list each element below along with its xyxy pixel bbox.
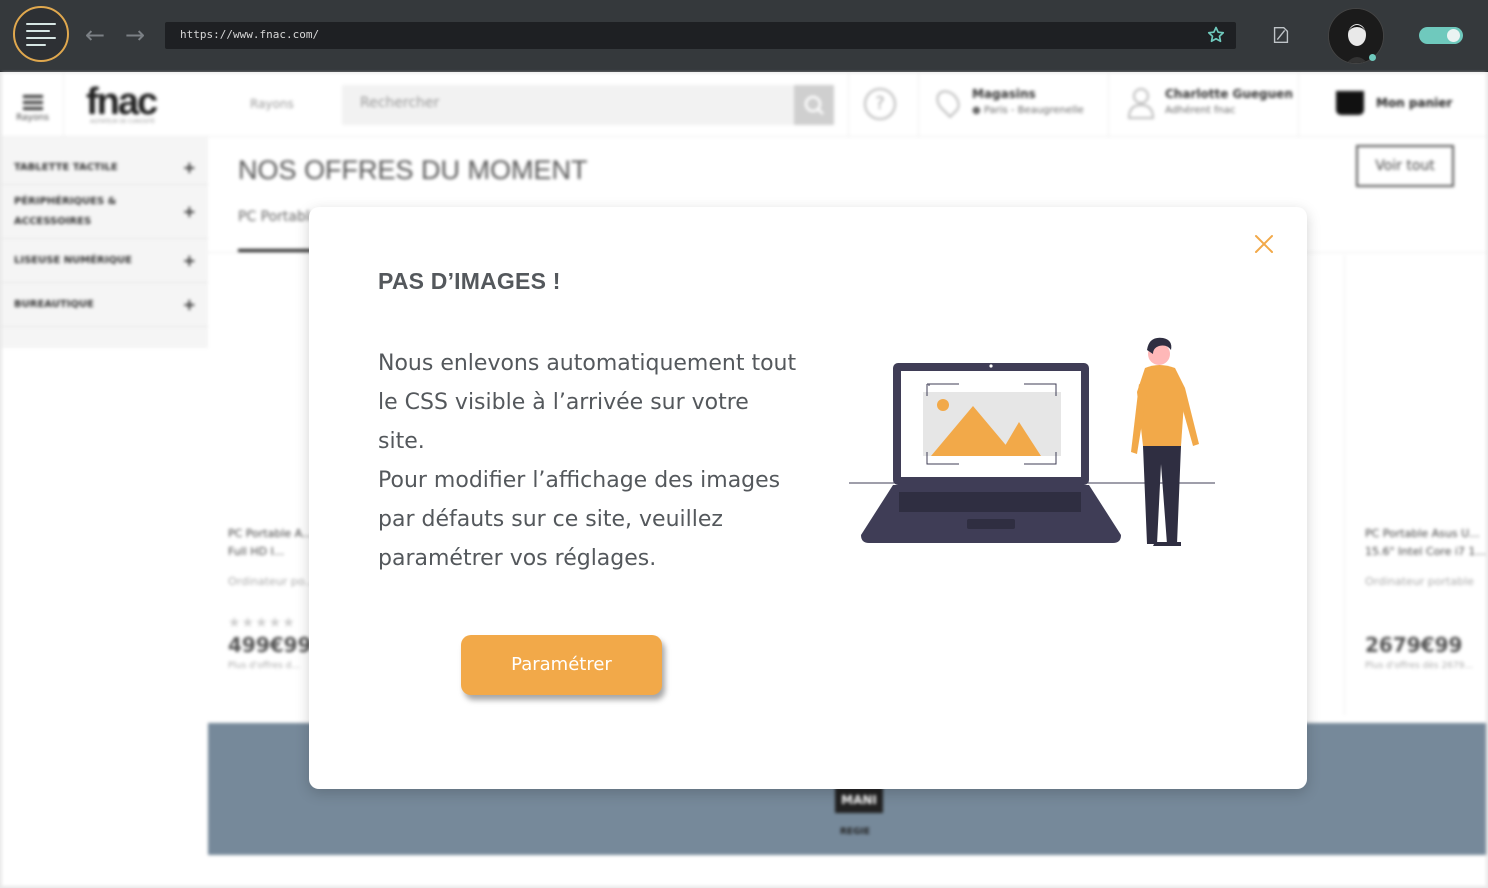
menu-button[interactable] <box>13 6 69 62</box>
modal-paragraph: Pour modifier l’affichage des images par… <box>378 468 781 571</box>
divider <box>1298 73 1299 137</box>
modal-paragraph: Nous enlevons automatiquement tout le CS… <box>378 351 797 454</box>
banner-logo: MANI <box>835 787 883 813</box>
address-bar[interactable]: https://www.fnac.com/ <box>165 22 1236 49</box>
search-button[interactable] <box>794 85 834 125</box>
sidebar-item-bureautique[interactable]: BUREAUTIQUE + <box>2 283 208 327</box>
banner-caption: REGIE <box>840 827 870 837</box>
stores-title: Magasins <box>972 87 1036 101</box>
help-icon[interactable]: ? <box>864 88 896 120</box>
sidebar-item-peripheriques[interactable]: PÉRIPHÉRIQUES & ACCESSOIRES + <box>2 185 208 239</box>
divider <box>848 73 849 137</box>
plus-icon: + <box>182 201 196 221</box>
sidebar-item-label: PÉRIPHÉRIQUES & ACCESSOIRES <box>14 195 117 227</box>
user-name: Charlotte Gueguen <box>1165 87 1293 101</box>
search-input[interactable]: Rechercher <box>342 85 794 125</box>
stores-subtitle: ● Paris - Beaugrenelle <box>972 105 1084 116</box>
product-description: Ordinateur po... <box>228 575 315 588</box>
product-card[interactable]: PC Portable Asus U... 15.6" Intel Core i… <box>1344 255 1486 715</box>
user-membership: Adhérent fnac <box>1165 105 1236 116</box>
modal-body: Nous enlevons automatiquement tout le CS… <box>378 344 798 578</box>
hamburger-icon <box>26 18 56 51</box>
category-select[interactable]: Rayons <box>208 85 342 125</box>
extension-icon[interactable] <box>1270 24 1292 46</box>
site-header: Rayons fnac AGITATEUR DE CURIOSITÉ Rayon… <box>2 73 1486 137</box>
rating-stars: ★★★★★ <box>228 615 296 631</box>
sidebar-item-label: TABLETTE TACTILE <box>14 161 118 173</box>
forward-arrow-icon[interactable]: → <box>120 20 150 50</box>
section-title: NOS OFFRES DU MOMENT <box>238 155 588 185</box>
category-sidebar: TABLETTE TACTILE + PÉRIPHÉRIQUES & ACCESS… <box>2 137 208 348</box>
tab-pc-portable[interactable]: PC Portable <box>238 209 318 225</box>
product-description: Ordinateur portable <box>1365 575 1474 588</box>
divider <box>918 73 919 137</box>
laptop-person-illustration <box>849 337 1215 546</box>
plus-icon: + <box>182 250 196 270</box>
logo-tagline: AGITATEUR DE CURIOSITÉ <box>90 119 155 125</box>
sidebar-item-liseuse[interactable]: LISEUSE NUMÉRIQUE + <box>2 239 208 283</box>
shopping-bag-icon <box>1336 91 1364 115</box>
url-text: https://www.fnac.com/ <box>180 28 320 41</box>
back-arrow-icon[interactable]: ← <box>80 20 110 50</box>
divider <box>1108 73 1109 137</box>
modal-title: PAS D’IMAGES ! <box>378 268 561 294</box>
close-icon[interactable] <box>1252 232 1276 256</box>
product-price: 2679€99 <box>1365 633 1463 657</box>
see-all-button[interactable]: Voir tout <box>1356 145 1454 187</box>
rayons-label: Rayons <box>16 113 49 123</box>
plus-icon: + <box>182 157 196 177</box>
fnac-logo[interactable]: fnac <box>86 81 158 124</box>
search-icon <box>804 95 824 115</box>
settings-button[interactable]: Paramétrer <box>461 635 662 695</box>
product-price: 499€99 <box>228 633 312 657</box>
rayons-menu[interactable]: Rayons <box>2 73 64 137</box>
browser-toolbar: ← → https://www.fnac.com/ <box>0 0 1488 72</box>
product-name: PC Portable Asus U... 15.6" Intel Core i… <box>1365 527 1486 558</box>
cart-label: Mon panier <box>1376 96 1453 110</box>
sidebar-item-tablette[interactable]: TABLETTE TACTILE + <box>2 151 208 185</box>
sidebar-item-label: BUREAUTIQUE <box>14 298 94 310</box>
hamburger-icon <box>22 95 43 110</box>
user-icon <box>1128 88 1154 119</box>
more-offers-link[interactable]: Plus d'offres dès 2679... <box>1365 661 1473 671</box>
online-status-dot <box>1369 54 1376 61</box>
more-offers-link[interactable]: Plus d'offres d... <box>228 661 300 671</box>
sidebar-item-label: LISEUSE NUMÉRIQUE <box>14 254 132 266</box>
location-pin-icon <box>931 85 965 119</box>
extension-toggle[interactable] <box>1419 27 1463 44</box>
plus-icon: + <box>182 294 196 314</box>
bookmark-star-icon[interactable] <box>1206 25 1226 45</box>
no-images-modal: PAS D’IMAGES ! Nous enlevons automatique… <box>309 207 1307 789</box>
